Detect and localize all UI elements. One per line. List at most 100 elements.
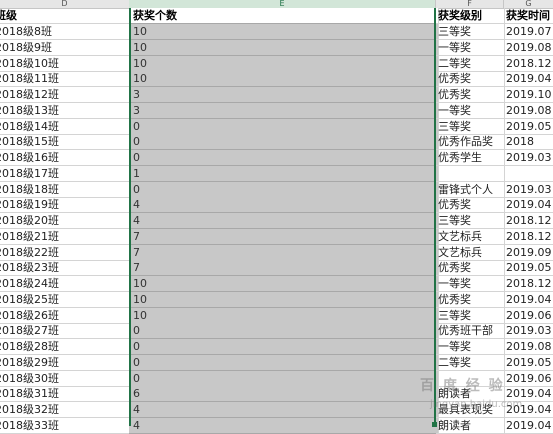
cell-time[interactable]: 2019.08 bbox=[504, 103, 553, 119]
cell-time[interactable]: 2019.08 bbox=[504, 339, 553, 355]
cell-count[interactable]: 10 bbox=[129, 307, 439, 324]
cell-time[interactable]: 2019.04 bbox=[504, 386, 553, 403]
cell-level[interactable]: 优秀奖 bbox=[436, 260, 505, 277]
cell-time[interactable]: 2019.05 bbox=[504, 355, 553, 371]
cell-time[interactable]: 2019.05 bbox=[504, 119, 553, 135]
cell-count[interactable]: 3 bbox=[129, 102, 439, 119]
cell-level[interactable]: 一等奖 bbox=[436, 39, 505, 56]
cell-time[interactable]: 2019.04 bbox=[504, 402, 553, 418]
cell-count[interactable]: 0 bbox=[129, 354, 439, 371]
header-level[interactable]: 获奖级别 bbox=[436, 8, 505, 24]
cell-count[interactable]: 7 bbox=[129, 244, 439, 261]
cell-class[interactable]: 2018级18班 bbox=[0, 181, 130, 198]
cell-time[interactable]: 2018.12 bbox=[504, 229, 553, 245]
header-count[interactable]: 获奖个数 bbox=[129, 8, 439, 24]
cell-class[interactable]: 2018级15班 bbox=[0, 134, 130, 151]
cell-level[interactable]: 优秀奖 bbox=[436, 197, 505, 214]
cell-time[interactable]: 2019.06 bbox=[504, 371, 553, 387]
cell-level[interactable]: 三等奖 bbox=[436, 118, 505, 135]
cell-class[interactable]: 2018级24班 bbox=[0, 276, 130, 292]
cell-level[interactable]: 雷锋式个人 bbox=[436, 181, 505, 198]
cell-count[interactable]: 7 bbox=[129, 228, 439, 245]
cell-count[interactable]: 0 bbox=[129, 339, 439, 355]
cell-count[interactable]: 4 bbox=[129, 402, 439, 418]
cell-time[interactable]: 2018.12 bbox=[504, 56, 553, 72]
cell-time[interactable]: 2019.03 bbox=[504, 323, 553, 340]
cell-level[interactable] bbox=[436, 370, 505, 387]
cell-class[interactable]: 2018级16班 bbox=[0, 150, 130, 166]
cell-level[interactable]: 优秀班干部 bbox=[436, 323, 505, 340]
cell-time[interactable]: 2019.03 bbox=[504, 150, 553, 166]
cell-time[interactable]: 2019.07 bbox=[504, 24, 553, 40]
cell-time[interactable]: 2019.10 bbox=[504, 87, 553, 103]
cell-count[interactable]: 4 bbox=[129, 213, 439, 229]
cell-class[interactable]: 2018级29班 bbox=[0, 354, 130, 371]
cell-class[interactable]: 2018级17班 bbox=[0, 165, 130, 182]
cell-class[interactable]: 2018级25班 bbox=[0, 291, 130, 308]
cell-level[interactable]: 朗读者 bbox=[436, 386, 505, 403]
cell-class[interactable]: 2018级26班 bbox=[0, 307, 130, 324]
cell-class[interactable]: 2018级22班 bbox=[0, 244, 130, 261]
cell-level[interactable]: 优秀学生 bbox=[436, 150, 505, 166]
cell-class[interactable]: 2018级23班 bbox=[0, 260, 130, 277]
header-time[interactable]: 获奖时间 bbox=[504, 8, 553, 24]
cell-level[interactable]: 三等奖 bbox=[436, 24, 505, 40]
cell-time[interactable]: 2019.05 bbox=[504, 260, 553, 277]
cell-time[interactable]: 2019.03 bbox=[504, 182, 553, 198]
cell-class[interactable]: 2018级31班 bbox=[0, 386, 130, 403]
cell-level[interactable] bbox=[436, 165, 505, 182]
cell-level[interactable]: 一等奖 bbox=[436, 276, 505, 292]
cell-count[interactable]: 10 bbox=[129, 55, 439, 72]
cell-count[interactable]: 10 bbox=[129, 291, 439, 308]
cell-level[interactable]: 一等奖 bbox=[436, 102, 505, 119]
cell-count[interactable]: 6 bbox=[129, 386, 439, 403]
cell-time[interactable]: 2019.06 bbox=[504, 308, 553, 324]
cell-class[interactable]: 2018级21班 bbox=[0, 228, 130, 245]
cell-time[interactable]: 2018.12 bbox=[504, 213, 553, 229]
cell-time[interactable]: 2019.04 bbox=[504, 71, 553, 88]
cell-level[interactable]: 二等奖 bbox=[436, 354, 505, 371]
cell-time[interactable]: 2019.08 bbox=[504, 40, 553, 56]
cell-class[interactable]: 2018级19班 bbox=[0, 197, 130, 214]
cell-level[interactable]: 优秀奖 bbox=[436, 291, 505, 308]
cell-count[interactable]: 1 bbox=[129, 165, 439, 182]
cell-count[interactable]: 10 bbox=[129, 71, 439, 88]
cell-count[interactable]: 0 bbox=[129, 134, 439, 151]
cell-count[interactable]: 0 bbox=[129, 323, 439, 340]
cell-level[interactable]: 最具表现奖 bbox=[436, 402, 505, 418]
cell-time[interactable]: 2018 bbox=[504, 134, 553, 151]
cell-time[interactable]: 2019.04 bbox=[504, 292, 553, 308]
cell-class[interactable]: 2018级27班 bbox=[0, 323, 130, 340]
cell-class[interactable]: 2018级11班 bbox=[0, 71, 130, 88]
cell-time[interactable] bbox=[504, 166, 553, 182]
cell-level[interactable]: 三等奖 bbox=[436, 307, 505, 324]
cell-level[interactable]: 文艺标兵 bbox=[436, 228, 505, 245]
cell-level[interactable]: 文艺标兵 bbox=[436, 244, 505, 261]
cell-class[interactable]: 2018级20班 bbox=[0, 213, 130, 229]
cell-count[interactable]: 4 bbox=[129, 197, 439, 214]
cell-class[interactable]: 2018级9班 bbox=[0, 39, 130, 56]
cell-level[interactable]: 一等奖 bbox=[436, 339, 505, 355]
cell-count[interactable]: 10 bbox=[129, 276, 439, 292]
cell-count[interactable]: 10 bbox=[129, 24, 439, 40]
cell-class[interactable]: 2018级32班 bbox=[0, 402, 130, 418]
cell-level[interactable]: 优秀作品奖 bbox=[436, 134, 505, 151]
cell-count[interactable]: 0 bbox=[129, 118, 439, 135]
cell-count[interactable]: 0 bbox=[129, 150, 439, 166]
cell-count[interactable]: 10 bbox=[129, 39, 439, 56]
cell-count[interactable]: 0 bbox=[129, 181, 439, 198]
cell-count[interactable]: 3 bbox=[129, 87, 439, 103]
cell-time[interactable]: 2019.09 bbox=[504, 245, 553, 261]
cell-level[interactable]: 优秀奖 bbox=[436, 71, 505, 88]
cell-class[interactable]: 2018级28班 bbox=[0, 339, 130, 355]
cell-class[interactable]: 2018级8班 bbox=[0, 24, 130, 40]
cell-level[interactable]: 三等奖 bbox=[436, 213, 505, 229]
cell-class[interactable]: 2018级13班 bbox=[0, 102, 130, 119]
cell-time[interactable]: 2018.12 bbox=[504, 276, 553, 292]
cell-time[interactable]: 2019.04 bbox=[504, 197, 553, 214]
cell-count[interactable]: 0 bbox=[129, 370, 439, 387]
cell-class[interactable]: 2018级12班 bbox=[0, 87, 130, 103]
cell-class[interactable]: 2018级14班 bbox=[0, 118, 130, 135]
cell-level[interactable]: 二等奖 bbox=[436, 55, 505, 72]
cell-count[interactable]: 7 bbox=[129, 260, 439, 277]
